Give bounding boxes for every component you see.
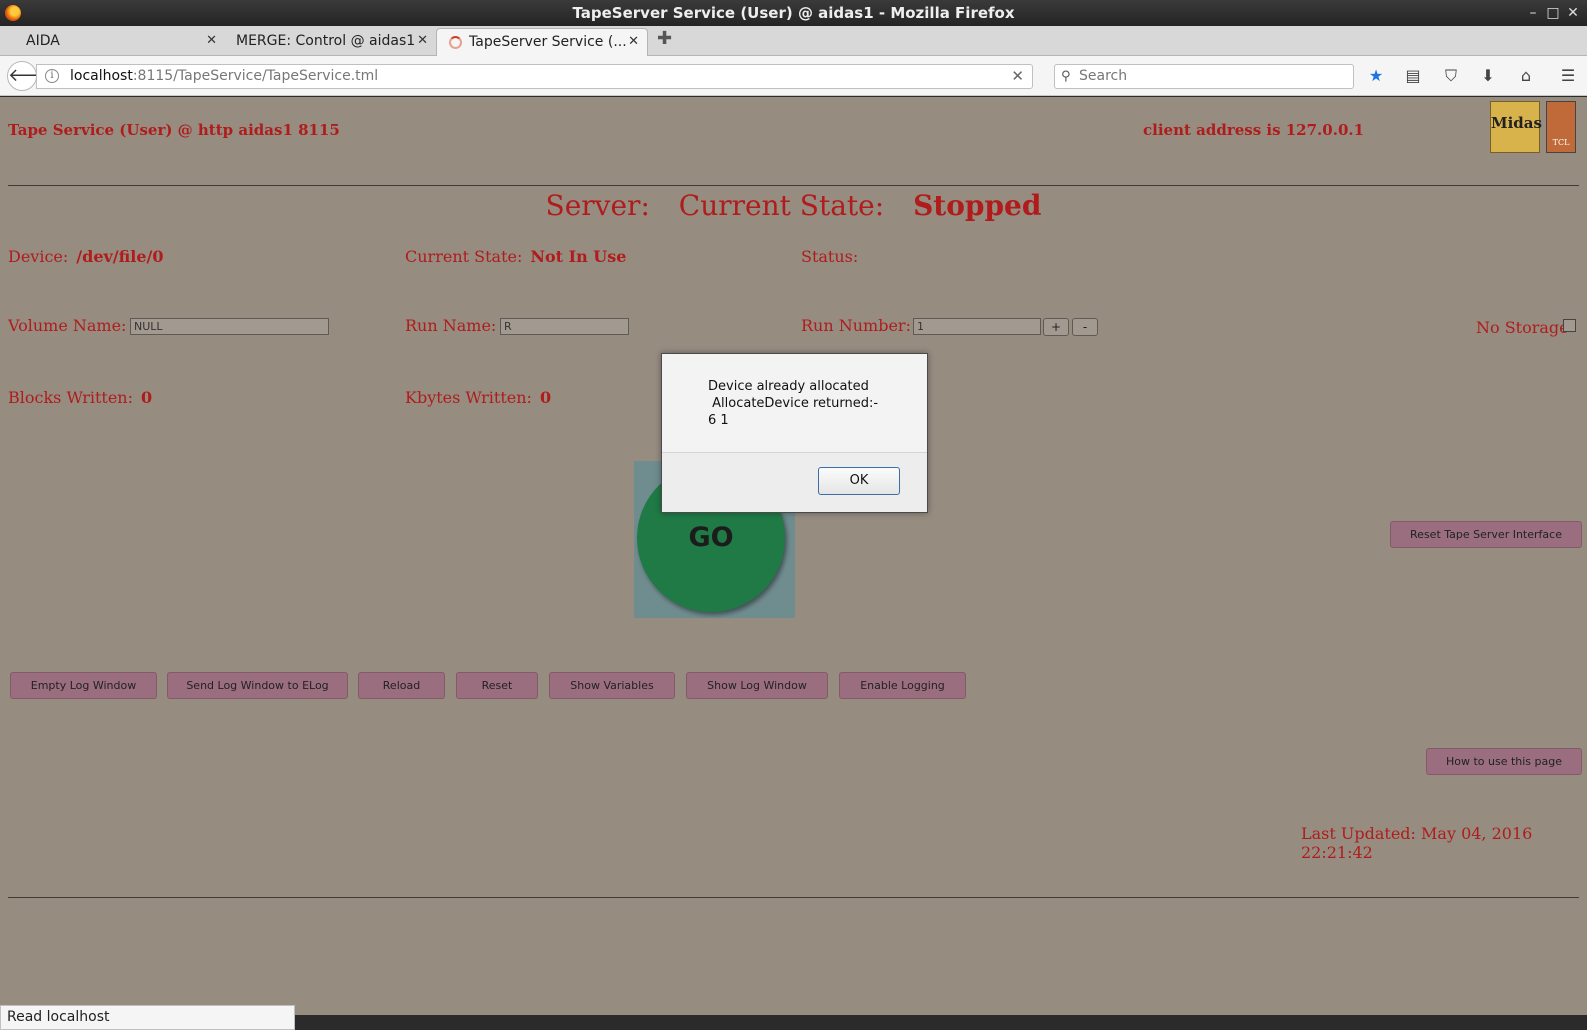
- stop-loading-icon[interactable]: ✕: [1011, 65, 1024, 88]
- run-number-label: Run Number:: [801, 316, 911, 335]
- device-row: Device: /dev/file/0: [8, 247, 164, 266]
- close-window-icon[interactable]: ✕: [1563, 0, 1583, 26]
- home-icon[interactable]: ⌂: [1515, 65, 1537, 87]
- run-number-decrement-button[interactable]: -: [1072, 318, 1098, 336]
- volume-label-wrap: Volume Name:: [8, 316, 126, 335]
- volume-name-label: Volume Name:: [8, 316, 127, 335]
- info-icon[interactable]: i: [45, 69, 59, 83]
- no-storage-label-wrap: No Storage: [1476, 318, 1569, 337]
- window-titlebar: TapeServer Service (User) @ aidas1 - Moz…: [0, 0, 1587, 26]
- send-log-to-elog-button[interactable]: Send Log Window to ELog: [167, 672, 348, 699]
- tab-label: AIDA: [26, 33, 60, 49]
- minimize-icon[interactable]: –: [1523, 0, 1543, 26]
- run-name-label-wrap: Run Name:: [405, 316, 496, 335]
- last-updated: Last Updated: May 04, 2016 22:21:42: [1301, 824, 1533, 862]
- loading-spinner-icon: [449, 36, 462, 49]
- firefox-logo-icon: [5, 5, 21, 21]
- show-variables-button[interactable]: Show Variables: [549, 672, 675, 699]
- server-state-label: Current State:: [678, 189, 885, 222]
- no-storage-label: No Storage: [1476, 318, 1569, 337]
- run-number-label-wrap: Run Number:: [801, 316, 911, 335]
- server-label: Server:: [545, 189, 650, 222]
- show-log-window-button[interactable]: Show Log Window: [686, 672, 828, 699]
- kbytes-written-label: Kbytes Written:: [405, 388, 532, 407]
- kbytes-written-row: Kbytes Written: 0: [405, 388, 551, 407]
- empty-log-window-button[interactable]: Empty Log Window: [10, 672, 157, 699]
- device-state-row: Current State: Not In Use: [405, 247, 626, 266]
- page-content: Tape Service (User) @ http aidas1 8115 c…: [0, 97, 1587, 1015]
- device-state-label: Current State:: [405, 247, 523, 266]
- tab-strip: AIDA ✕ MERGE: Control @ aidas1 ✕ TapeSer…: [0, 26, 1587, 56]
- run-name-label: Run Name:: [405, 316, 497, 335]
- bookmark-star-icon[interactable]: ★: [1365, 65, 1387, 87]
- kbytes-written-value: 0: [539, 388, 552, 407]
- midas-logo-text: Midas: [1491, 114, 1542, 132]
- device-state-value: Not In Use: [530, 247, 627, 266]
- alert-message: Device already allocated AllocateDevice …: [708, 379, 879, 428]
- run-name-input[interactable]: R: [500, 318, 629, 335]
- device-value: /dev/file/0: [76, 247, 164, 266]
- tab-label: TapeServer Service (...: [469, 34, 627, 50]
- enable-logging-button[interactable]: Enable Logging: [839, 672, 966, 699]
- page-title: Tape Service (User) @ http aidas1 8115: [8, 121, 340, 139]
- navigation-bar: 🡐 i localhost:8115/TapeService/TapeServi…: [0, 56, 1587, 96]
- tab-aida[interactable]: AIDA ✕: [2, 28, 225, 56]
- blocks-written-row: Blocks Written: 0: [8, 388, 152, 407]
- search-input[interactable]: ⚲ Search: [1054, 64, 1354, 89]
- url-path: :8115/TapeService/TapeService.tml: [132, 68, 379, 84]
- close-tab-icon[interactable]: ✕: [628, 29, 639, 55]
- tcl-logo: TCL: [1546, 101, 1576, 153]
- midas-logo: Midas: [1490, 101, 1542, 153]
- alert-footer: OK: [662, 452, 927, 512]
- url-bar[interactable]: i localhost:8115/TapeService/TapeService…: [36, 64, 1033, 89]
- no-storage-checkbox[interactable]: [1563, 319, 1576, 332]
- reading-list-icon[interactable]: ▤: [1402, 65, 1424, 87]
- device-label: Device:: [8, 247, 69, 266]
- alert-dialog: Device already allocated AllocateDevice …: [661, 353, 928, 513]
- how-to-use-button[interactable]: How to use this page: [1426, 748, 1582, 775]
- blocks-written-value: 0: [140, 388, 153, 407]
- run-number-input[interactable]: 1: [913, 318, 1041, 335]
- status-row: Status:: [801, 247, 858, 266]
- divider-top: [8, 185, 1579, 186]
- tab-label: MERGE: Control @ aidas1: [236, 33, 416, 49]
- run-number-increment-button[interactable]: +: [1043, 318, 1069, 336]
- reset-tape-server-interface-button[interactable]: Reset Tape Server Interface: [1390, 521, 1582, 548]
- server-state-heading: Server: Current State: Stopped: [0, 189, 1587, 222]
- maximize-icon[interactable]: □: [1543, 0, 1563, 26]
- tab-tapeserver[interactable]: TapeServer Service (... ✕: [436, 28, 648, 56]
- search-placeholder: Search: [1079, 68, 1128, 84]
- url-host: localhost: [70, 68, 133, 84]
- reload-button[interactable]: Reload: [358, 672, 445, 699]
- menu-icon[interactable]: ☰: [1557, 65, 1579, 87]
- close-tab-icon[interactable]: ✕: [417, 28, 428, 54]
- new-tab-icon[interactable]: ✚: [657, 28, 672, 49]
- download-icon[interactable]: ⬇: [1477, 65, 1499, 87]
- search-icon: ⚲: [1061, 69, 1071, 84]
- tcl-logo-text: TCL: [1552, 138, 1570, 147]
- divider-bottom: [8, 897, 1579, 898]
- client-address: client address is 127.0.0.1: [1143, 121, 1365, 139]
- tab-merge-control[interactable]: MERGE: Control @ aidas1 ✕: [212, 28, 436, 56]
- volume-name-input[interactable]: NULL: [130, 318, 329, 335]
- reset-button[interactable]: Reset: [456, 672, 538, 699]
- status-label: Status:: [801, 247, 859, 266]
- back-button[interactable]: 🡐: [7, 61, 56, 91]
- window-title: TapeServer Service (User) @ aidas1 - Moz…: [572, 4, 1015, 22]
- status-bar: Read localhost: [0, 1005, 295, 1030]
- server-state-value: Stopped: [913, 189, 1042, 222]
- blocks-written-label: Blocks Written:: [8, 388, 133, 407]
- ok-button[interactable]: OK: [818, 467, 900, 495]
- pocket-icon[interactable]: ⛉: [1440, 65, 1462, 87]
